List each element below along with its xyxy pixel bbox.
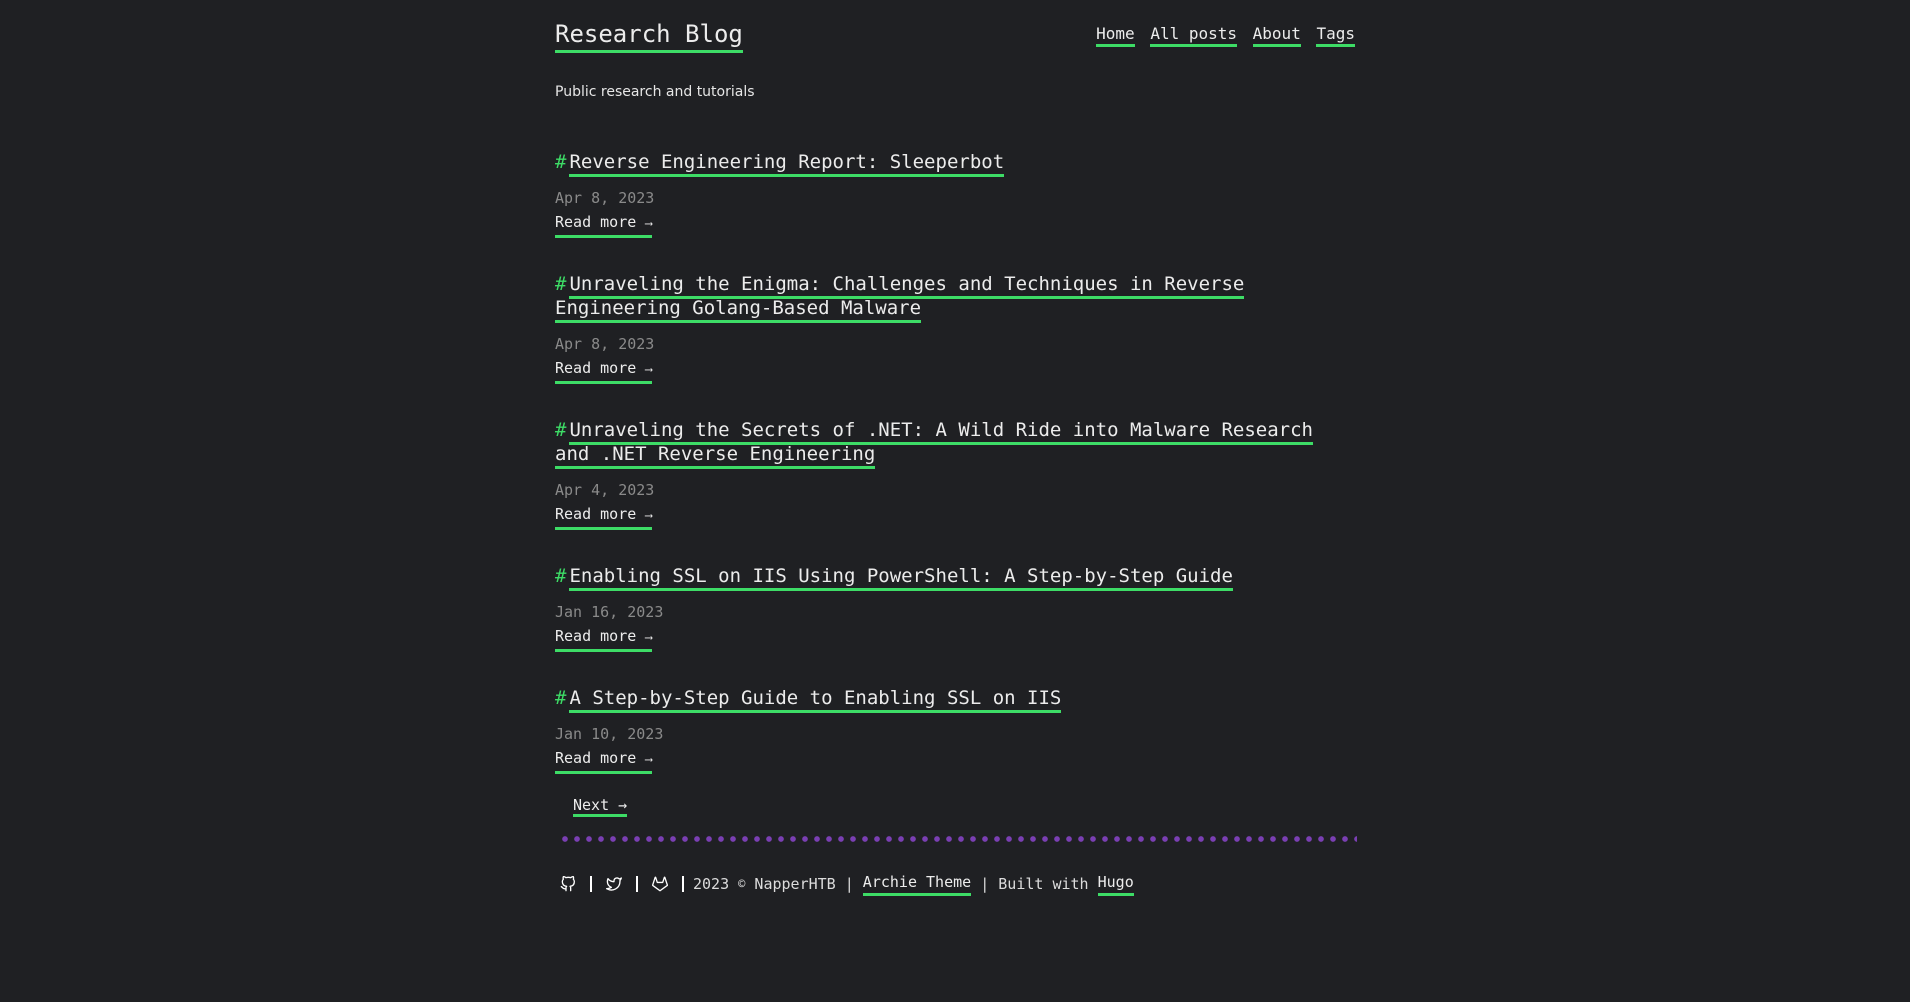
read-more-link[interactable]: Read more ⟶ [555,212,652,238]
next-page-link[interactable]: Next → [573,796,628,817]
hash-icon: # [555,419,567,441]
site-tagline: Public research and tutorials [555,84,755,100]
post-title: # Unraveling the Enigma: Challenges and T… [555,272,1355,323]
post-title-link[interactable]: Unraveling the Enigma: Challenges and Te… [555,273,1245,323]
hash-icon: # [555,565,567,587]
read-more-link[interactable]: Read more ⟶ [555,626,652,652]
arrow-right-icon: ⟶ [645,753,652,766]
copyright-icon: © [738,877,746,891]
page-container: Research Blog Home All posts About Tags … [555,0,1357,896]
site-footer: 2023 © NapperHTB | Archie Theme | Built … [555,872,1355,896]
post-item: # Unraveling the Enigma: Challenges and T… [555,272,1355,384]
post-title: # Enabling SSL on IIS Using PowerShell: A… [555,564,1355,591]
post-title: # Reverse Engineering Report: Sleeperbot [555,150,1355,177]
footer-built-with: Built with [998,875,1089,893]
archie-theme-link[interactable]: Archie Theme [862,872,972,896]
footer-author: NapperHTB [754,875,836,893]
footer-separator [682,876,684,892]
main-nav: Home All posts About Tags [1090,24,1355,47]
post-date: Apr 4, 2023 [555,481,655,499]
post-title: # Unraveling the Secrets of .NET: A Wild … [555,418,1355,469]
arrow-right-icon: ⟶ [645,631,652,644]
twitter-icon[interactable] [605,875,623,893]
read-more-link[interactable]: Read more ⟶ [555,504,652,530]
nav-home[interactable]: Home [1096,24,1135,47]
hash-icon: # [555,273,567,295]
arrow-right-icon: ⟶ [645,217,652,230]
read-more-label: Read more [555,505,637,523]
post-date: Jan 16, 2023 [555,603,664,621]
post-title: # A Step-by-Step Guide to Enabling SSL on… [555,686,1355,713]
nav-all-posts[interactable]: All posts [1150,24,1238,47]
nav-about[interactable]: About [1252,24,1301,47]
post-date: Jan 10, 2023 [555,725,664,743]
dotted-divider [559,836,1357,842]
arrow-right-icon: ⟶ [645,363,652,376]
post-item: # Enabling SSL on IIS Using PowerShell: A… [555,564,1355,652]
footer-pipe: | [980,875,990,893]
post-date: Apr 8, 2023 [555,189,655,207]
post-item: # Unraveling the Secrets of .NET: A Wild … [555,418,1355,530]
post-title-link[interactable]: A Step-by-Step Guide to Enabling SSL on … [569,687,1062,713]
hash-icon: # [555,687,567,709]
footer-separator [590,876,592,892]
post-title-link[interactable]: Reverse Engineering Report: Sleeperbot [569,151,1005,177]
site-title-link[interactable]: Research Blog [555,20,743,53]
site-header: Research Blog Home All posts About Tags … [555,0,1355,150]
post-title-link[interactable]: Enabling SSL on IIS Using PowerShell: A … [569,565,1233,591]
nav-tags[interactable]: Tags [1316,24,1355,47]
pagination: Next → [573,796,1355,817]
footer-separator [636,876,638,892]
hash-icon: # [555,151,567,173]
read-more-label: Read more [555,627,637,645]
read-more-link[interactable]: Read more ⟶ [555,748,652,774]
post-item: # Reverse Engineering Report: Sleeperbot … [555,150,1355,238]
read-more-link[interactable]: Read more ⟶ [555,358,652,384]
post-title-link[interactable]: Unraveling the Secrets of .NET: A Wild R… [555,419,1313,469]
footer-pipe: | [844,875,854,893]
arrow-right-icon: ⟶ [645,509,652,522]
hugo-link[interactable]: Hugo [1097,872,1134,896]
footer-year: 2023 [693,875,730,893]
post-item: # A Step-by-Step Guide to Enabling SSL on… [555,686,1355,774]
read-more-label: Read more [555,359,637,377]
github-icon[interactable] [559,875,577,893]
read-more-label: Read more [555,213,637,231]
post-date: Apr 8, 2023 [555,335,655,353]
read-more-label: Read more [555,749,637,767]
gitlab-icon[interactable] [651,875,669,893]
post-list: # Reverse Engineering Report: Sleeperbot … [555,150,1355,774]
